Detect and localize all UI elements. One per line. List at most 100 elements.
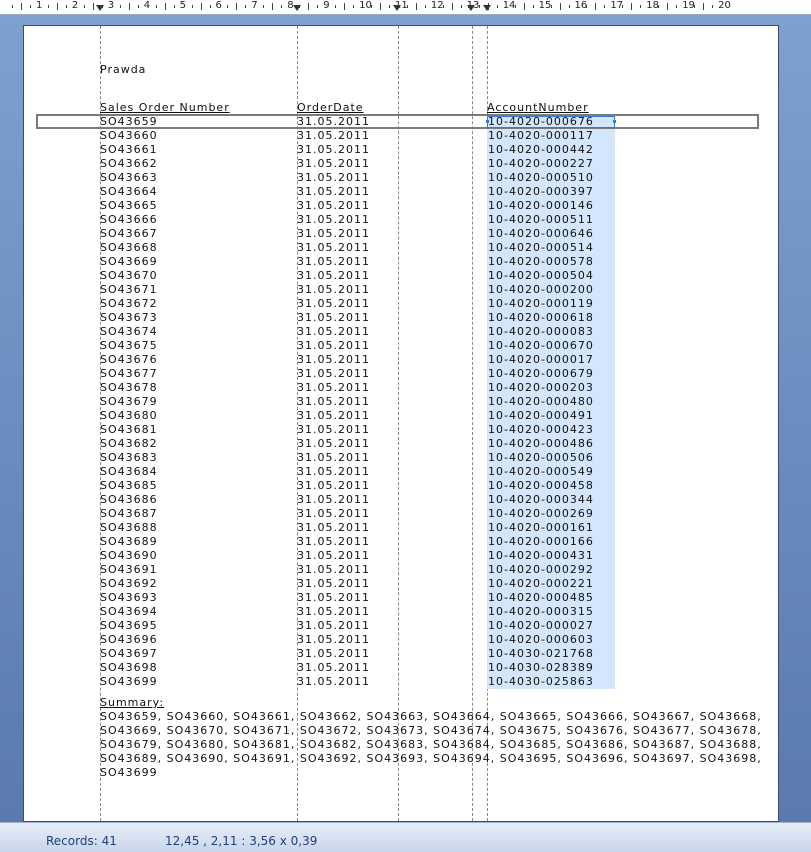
sales-order-cell[interactable]: SO43674 <box>100 325 158 339</box>
sales-order-cell[interactable]: SO43677 <box>100 367 158 381</box>
order-date-cell[interactable]: 31.05.2011 <box>297 381 370 395</box>
account-number-cell[interactable]: 10-4020-000083 <box>487 325 615 339</box>
account-number-cell[interactable]: 10-4020-000486 <box>487 437 615 451</box>
sales-order-cell[interactable]: SO43697 <box>100 647 158 661</box>
order-date-cell[interactable]: 31.05.2011 <box>297 633 370 647</box>
order-date-cell[interactable]: 31.05.2011 <box>297 507 370 521</box>
sales-order-cell[interactable]: SO43663 <box>100 171 158 185</box>
order-date-cell[interactable]: 31.05.2011 <box>297 339 370 353</box>
sales-order-cell[interactable]: SO43696 <box>100 633 158 647</box>
order-date-cell[interactable]: 31.05.2011 <box>297 353 370 367</box>
sales-order-cell[interactable]: SO43672 <box>100 297 158 311</box>
account-number-cell[interactable]: 10-4020-000514 <box>487 241 615 255</box>
order-date-cell[interactable]: 31.05.2011 <box>297 213 370 227</box>
account-number-cell[interactable]: 10-4020-000117 <box>487 129 615 143</box>
account-number-cell[interactable]: 10-4020-000510 <box>487 171 615 185</box>
order-date-cell[interactable]: 31.05.2011 <box>297 129 370 143</box>
ruler-column-marker[interactable] <box>467 5 475 11</box>
sales-order-cell[interactable]: SO43669 <box>100 255 158 269</box>
account-number-cell[interactable]: 10-4020-000670 <box>487 339 615 353</box>
sales-order-cell[interactable]: SO43684 <box>100 465 158 479</box>
sales-order-cell[interactable]: SO43676 <box>100 353 158 367</box>
account-number-cell[interactable]: 10-4020-000200 <box>487 283 615 297</box>
sales-order-cell[interactable]: SO43661 <box>100 143 158 157</box>
sales-order-cell[interactable]: SO43673 <box>100 311 158 325</box>
sales-order-cell[interactable]: SO43660 <box>100 129 158 143</box>
sales-order-cell[interactable]: SO43685 <box>100 479 158 493</box>
order-date-cell[interactable]: 31.05.2011 <box>297 297 370 311</box>
order-date-cell[interactable]: 31.05.2011 <box>297 647 370 661</box>
sales-order-cell[interactable]: SO43687 <box>100 507 158 521</box>
selected-cell-outline[interactable] <box>486 116 616 128</box>
resize-handle[interactable] <box>486 120 489 123</box>
selected-row-outline[interactable] <box>36 114 759 129</box>
sales-order-cell[interactable]: SO43693 <box>100 591 158 605</box>
sales-order-cell[interactable]: SO43665 <box>100 199 158 213</box>
account-number-cell[interactable]: 10-4020-000491 <box>487 409 615 423</box>
account-number-cell[interactable]: 10-4020-000166 <box>487 535 615 549</box>
account-number-cell[interactable]: 10-4020-000221 <box>487 577 615 591</box>
ruler-column-marker[interactable] <box>393 5 401 11</box>
sales-order-cell[interactable]: SO43682 <box>100 437 158 451</box>
order-date-cell[interactable]: 31.05.2011 <box>297 269 370 283</box>
order-date-cell[interactable]: 31.05.2011 <box>297 451 370 465</box>
order-date-cell[interactable]: 31.05.2011 <box>297 185 370 199</box>
order-date-cell[interactable]: 31.05.2011 <box>297 143 370 157</box>
account-number-cell[interactable]: 10-4020-000344 <box>487 493 615 507</box>
account-number-cell[interactable]: 10-4020-000511 <box>487 213 615 227</box>
sales-order-cell[interactable]: SO43681 <box>100 423 158 437</box>
account-number-cell[interactable]: 10-4020-000027 <box>487 619 615 633</box>
sales-order-cell[interactable]: SO43690 <box>100 549 158 563</box>
sales-order-cell[interactable]: SO43678 <box>100 381 158 395</box>
sales-order-cell[interactable]: SO43668 <box>100 241 158 255</box>
account-number-cell[interactable]: 10-4020-000146 <box>487 199 615 213</box>
sales-order-cell[interactable]: SO43686 <box>100 493 158 507</box>
account-number-cell[interactable]: 10-4020-000203 <box>487 381 615 395</box>
account-number-cell[interactable]: 10-4020-000315 <box>487 605 615 619</box>
account-number-cell[interactable]: 10-4030-025863 <box>487 675 615 689</box>
account-number-cell[interactable]: 10-4020-000458 <box>487 479 615 493</box>
account-number-cell[interactable]: 10-4030-021768 <box>487 647 615 661</box>
order-date-cell[interactable]: 31.05.2011 <box>297 535 370 549</box>
sales-order-cell[interactable]: SO43671 <box>100 283 158 297</box>
account-number-cell[interactable]: 10-4020-000119 <box>487 297 615 311</box>
account-number-cell[interactable]: 10-4020-000269 <box>487 507 615 521</box>
order-date-cell[interactable]: 31.05.2011 <box>297 563 370 577</box>
ruler-column-marker[interactable] <box>293 5 301 11</box>
sales-order-cell[interactable]: SO43698 <box>100 661 158 675</box>
sales-order-cell[interactable]: SO43699 <box>100 675 158 689</box>
summary-label[interactable]: Summary: <box>100 696 164 710</box>
account-number-cell[interactable]: 10-4020-000227 <box>487 157 615 171</box>
account-number-cell[interactable]: 10-4020-000423 <box>487 423 615 437</box>
sales-order-cell[interactable]: SO43680 <box>100 409 158 423</box>
account-number-cell[interactable]: 10-4020-000480 <box>487 395 615 409</box>
order-date-cell[interactable]: 31.05.2011 <box>297 549 370 563</box>
order-date-cell[interactable]: 31.05.2011 <box>297 367 370 381</box>
account-number-cell[interactable]: 10-4020-000292 <box>487 563 615 577</box>
order-date-cell[interactable]: 31.05.2011 <box>297 409 370 423</box>
account-number-cell[interactable]: 10-4020-000646 <box>487 227 615 241</box>
order-date-cell[interactable]: 31.05.2011 <box>297 157 370 171</box>
order-date-cell[interactable]: 31.05.2011 <box>297 255 370 269</box>
sales-order-cell[interactable]: SO43683 <box>100 451 158 465</box>
order-date-cell[interactable]: 31.05.2011 <box>297 619 370 633</box>
order-date-cell[interactable]: 31.05.2011 <box>297 465 370 479</box>
sales-order-cell[interactable]: SO43667 <box>100 227 158 241</box>
account-number-cell[interactable]: 10-4020-000504 <box>487 269 615 283</box>
order-date-cell[interactable]: 31.05.2011 <box>297 521 370 535</box>
account-number-cell[interactable]: 10-4020-000618 <box>487 311 615 325</box>
sales-order-cell[interactable]: SO43670 <box>100 269 158 283</box>
order-date-cell[interactable]: 31.05.2011 <box>297 437 370 451</box>
account-number-cell[interactable]: 10-4020-000578 <box>487 255 615 269</box>
account-number-cell[interactable]: 10-4020-000679 <box>487 367 615 381</box>
account-number-cell[interactable]: 10-4020-000442 <box>487 143 615 157</box>
order-date-cell[interactable]: 31.05.2011 <box>297 493 370 507</box>
order-date-cell[interactable]: 31.05.2011 <box>297 241 370 255</box>
account-number-cell[interactable]: 10-4020-000549 <box>487 465 615 479</box>
sales-order-cell[interactable]: SO43694 <box>100 605 158 619</box>
order-date-cell[interactable]: 31.05.2011 <box>297 283 370 297</box>
header-order-date[interactable]: OrderDate <box>297 101 364 115</box>
account-number-cell[interactable]: 10-4020-000603 <box>487 633 615 647</box>
sales-order-cell[interactable]: SO43675 <box>100 339 158 353</box>
order-date-cell[interactable]: 31.05.2011 <box>297 479 370 493</box>
